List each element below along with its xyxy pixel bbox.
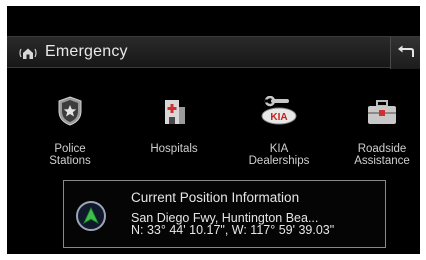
kia-wrench-icon: KIA <box>259 95 299 131</box>
roadside-assistance-label-2: Assistance <box>354 155 410 167</box>
position-coordinates: N: 33° 44' 10.17", W: 117° 59' 39.03" <box>131 223 335 237</box>
emergency-screen: Emergency Police Stations Hospitals KIA … <box>7 6 420 254</box>
house-antenna-icon <box>18 46 38 60</box>
hospitals-button[interactable]: Hospitals <box>134 96 214 176</box>
roadside-assistance-button[interactable]: Roadside Assistance <box>342 96 420 176</box>
back-button[interactable] <box>390 37 420 69</box>
police-stations-label-1: Police <box>54 143 86 155</box>
kia-dealerships-label-2: Dealerships <box>248 155 310 167</box>
police-stations-button[interactable]: Police Stations <box>30 96 110 176</box>
page-title: Emergency <box>45 43 128 60</box>
navigation-arrow-icon <box>76 201 106 231</box>
police-stations-label-2: Stations <box>49 155 91 167</box>
kia-dealerships-button[interactable]: KIA KIA Dealerships <box>239 95 319 176</box>
hospitals-label: Hospitals <box>150 143 198 155</box>
hospital-icon <box>160 96 188 131</box>
toolbox-icon <box>365 96 399 131</box>
header-bar: Emergency <box>7 36 420 69</box>
current-position-button[interactable]: Current Position Information San Diego F… <box>63 180 386 248</box>
position-title: Current Position Information <box>131 190 300 205</box>
kia-dealerships-label-1: KIA <box>269 143 289 155</box>
back-arrow-icon <box>398 45 414 57</box>
roadside-assistance-label-1: Roadside <box>357 143 407 155</box>
police-badge-icon <box>56 96 84 131</box>
svg-text:KIA: KIA <box>270 112 287 123</box>
